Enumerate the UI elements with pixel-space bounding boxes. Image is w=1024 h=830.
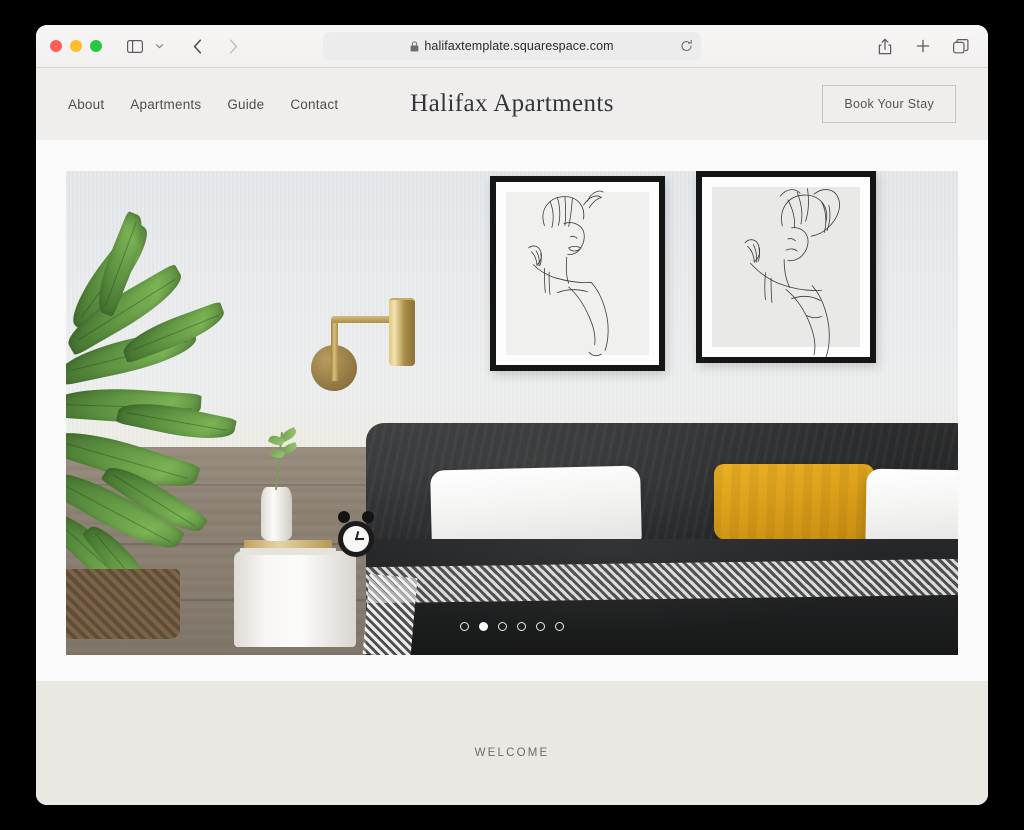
window-controls [50,40,102,52]
tab-overview-icon[interactable] [948,33,974,59]
stacked-books [240,540,336,555]
back-button[interactable] [184,33,210,59]
hero-section [36,140,988,655]
address-bar-container: halifaxtemplate.squarespace.com [323,32,701,60]
framed-line-art-left [490,176,665,371]
brass-wall-sconce [311,296,431,391]
line-art-figure-right [744,188,840,357]
url-text: halifaxtemplate.squarespace.com [424,39,614,53]
maximize-window-button[interactable] [90,40,102,52]
carousel-dot-5[interactable] [536,622,545,631]
new-tab-icon[interactable] [910,33,936,59]
welcome-section: WELCOME [36,681,988,805]
browser-toolbar: halifaxtemplate.squarespace.com [36,25,988,68]
page-body: WELCOME [36,140,988,805]
alarm-clock [338,511,374,557]
carousel-dot-6[interactable] [555,622,564,631]
white-pillow-right [865,468,958,550]
forward-button[interactable] [220,33,246,59]
close-window-button[interactable] [50,40,62,52]
white-vase [261,487,292,541]
minimize-window-button[interactable] [70,40,82,52]
lock-icon [410,40,419,52]
nav-link-apartments[interactable]: Apartments [130,97,201,112]
white-pillow-left [430,465,642,551]
browser-window: halifaxtemplate.squarespace.com About Ap… [36,25,988,805]
potted-plant [66,210,261,639]
reload-icon[interactable] [680,39,693,53]
site-title: Halifax Apartments [410,90,614,117]
toolbar-left-controls [122,33,246,59]
round-nightstand [234,551,356,647]
site-header: About Apartments Guide Contact Halifax A… [36,68,988,140]
sidebar-toggle-icon[interactable] [122,33,148,59]
book-your-stay-button[interactable]: Book Your Stay [822,85,956,123]
carousel-dots [460,622,564,631]
carousel-dot-3[interactable] [498,622,507,631]
line-art-figure-left [528,190,609,357]
chevron-down-icon[interactable] [150,33,168,59]
carousel-dot-4[interactable] [517,622,526,631]
nav-link-contact[interactable]: Contact [290,97,338,112]
nav-link-guide[interactable]: Guide [227,97,264,112]
nav-link-about[interactable]: About [68,97,104,112]
woven-basket-pot [66,569,180,639]
carousel-dot-2[interactable] [479,622,488,631]
hero-image[interactable] [66,171,958,655]
plant-sprig [267,426,315,490]
primary-navigation: About Apartments Guide Contact [68,97,338,112]
welcome-heading: WELCOME [474,747,550,759]
address-bar[interactable]: halifaxtemplate.squarespace.com [323,32,701,60]
knit-throw-drape [362,574,418,655]
mustard-accent-cushion [714,464,874,540]
toolbar-right-controls [872,33,974,59]
framed-line-art-right [696,171,876,363]
share-icon[interactable] [872,33,898,59]
carousel-dot-1[interactable] [460,622,469,631]
